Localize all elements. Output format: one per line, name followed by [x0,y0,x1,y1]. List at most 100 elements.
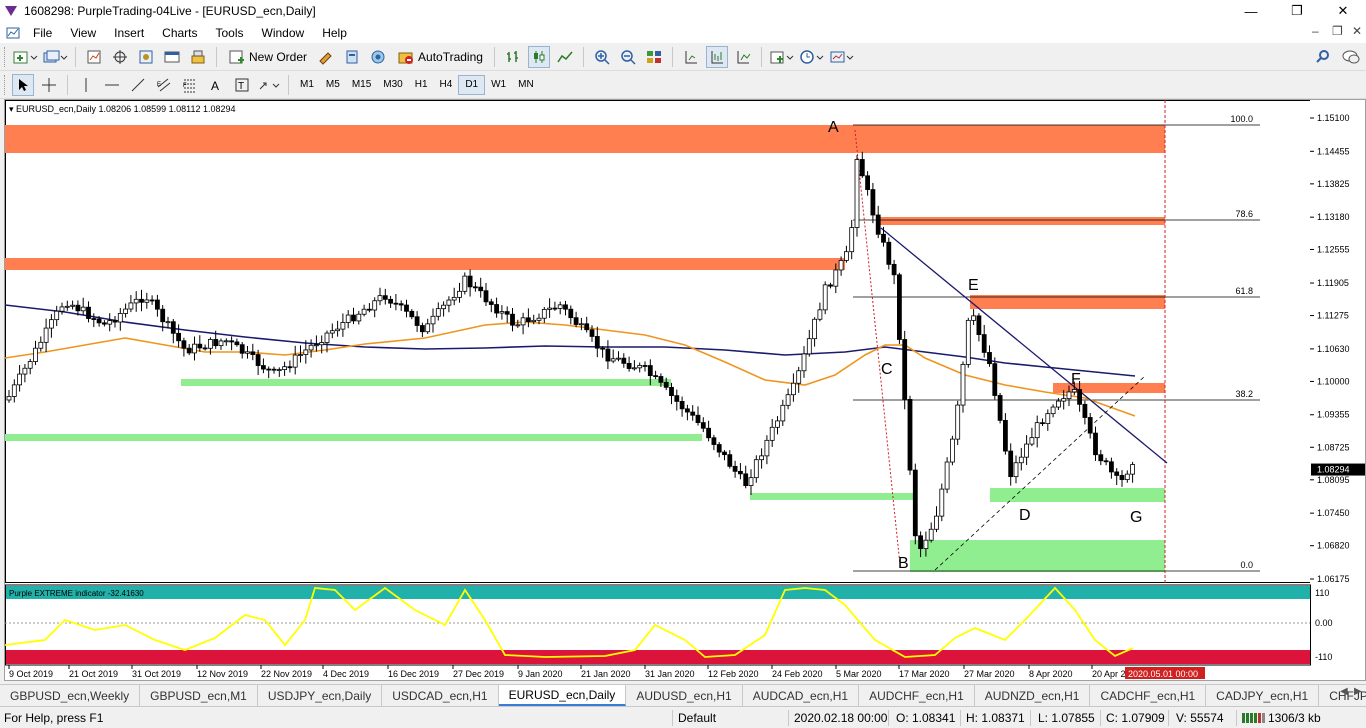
templates-button[interactable] [829,46,855,68]
new-chart-button[interactable] [12,46,38,68]
timeframe-m1[interactable]: M1 [294,75,320,95]
chart-window[interactable]: ▾ EURUSD_ecn,Daily 1.08206 1.08599 1.081… [4,99,1366,681]
candle-body [250,351,256,355]
price-tick-label: 1.09355 [1317,410,1350,420]
vertical-line-button[interactable] [75,74,97,96]
candle-body [425,323,431,333]
timeframe-h1[interactable]: H1 [409,75,434,95]
zoom-in-button[interactable] [591,46,613,68]
candle-body [769,426,775,441]
tab-gbpusd-weekly[interactable]: GBPUSD_ecn,Weekly [0,685,141,706]
fibonacci-button[interactable]: F [179,74,201,96]
maximize-button[interactable]: ❐ [1274,0,1320,22]
candle-body [987,352,992,365]
search-icon [1316,49,1329,63]
arrows-button[interactable] [257,74,281,96]
demand-zone [5,434,702,441]
horizontal-line-button[interactable] [101,74,123,96]
tab-cadjpy-h1[interactable]: CADJPY_ecn,H1 [1206,685,1320,706]
svg-text:A: A [211,79,219,93]
menu-insert[interactable]: Insert [105,26,153,40]
candle-body [785,394,791,406]
timeframe-w1[interactable]: W1 [485,75,512,95]
chart-window-icon[interactable] [6,26,20,40]
tab-gbpusd-m1[interactable]: GBPUSD_ecn,M1 [140,685,258,706]
candlestick-icon [533,50,545,63]
autotrading-button[interactable]: AutoTrading [393,46,487,68]
menu-tools[interactable]: Tools [207,26,253,40]
menu-view[interactable]: View [61,26,105,40]
profiles-button[interactable] [42,46,68,68]
new-order-label: New Order [249,49,308,64]
menu-window[interactable]: Window [253,26,314,40]
price-chart[interactable]: ▾ EURUSD_ecn,Daily 1.08206 1.08599 1.081… [5,100,1365,680]
timeframe-m30[interactable]: M30 [377,75,408,95]
market-watch-button[interactable] [83,46,105,68]
strategy-tester-button[interactable] [187,46,209,68]
mdi-minimize-button[interactable]: – [1312,24,1319,38]
zoom-out-button[interactable] [617,46,639,68]
tab-audnzd-h1[interactable]: AUDNZD_ecn,H1 [975,685,1091,706]
timeframe-m15[interactable]: M15 [346,75,377,95]
menu-charts[interactable]: Charts [153,26,206,40]
line-chart-button[interactable] [554,46,576,68]
tile-windows-button[interactable] [643,46,665,68]
chart-shift-button[interactable] [680,46,702,68]
tab-usdcad-h1[interactable]: USDCAD_ecn,H1 [382,685,499,706]
terminal-button[interactable] [161,46,183,68]
chat-button[interactable] [1340,46,1362,68]
tab-scroll-left[interactable]: ◀ [1340,686,1348,697]
periods-button[interactable] [799,46,825,68]
fibonacci-icon: F [183,79,196,92]
text-tool-button[interactable]: A [205,74,227,96]
trendline-button[interactable] [127,74,149,96]
candle-body [960,363,966,406]
new-order-button[interactable]: New Order [224,46,311,68]
text-label-icon: T [235,78,249,92]
candle-body [859,159,865,177]
tab-audcad-h1[interactable]: AUDCAD_ecn,H1 [743,685,860,706]
candle-body [377,295,383,302]
mdi-restore-button[interactable]: ❐ [1332,24,1343,38]
price-tick-label: 1.13825 [1317,179,1350,189]
mdi-close-button[interactable]: ✕ [1352,24,1362,38]
navigator-button[interactable] [109,46,131,68]
candle-body [663,381,669,388]
close-button[interactable]: ✕ [1320,0,1366,22]
auto-scroll-button[interactable] [705,45,728,68]
period-separators-button[interactable] [732,46,754,68]
zoom-in-icon [595,49,610,65]
text-label-button[interactable]: T [231,74,253,96]
minimize-button[interactable]: — [1228,0,1274,22]
tab-audchf-h1[interactable]: AUDCHF_ecn,H1 [859,685,975,706]
tab-audusd-h1[interactable]: AUDUSD_ecn,H1 [626,685,743,706]
market-button[interactable] [367,46,389,68]
timeframe-mn[interactable]: MN [512,75,540,95]
tab-eurusd-daily[interactable]: EURUSD_ecn,Daily [498,685,627,706]
equidistant-channel-button[interactable]: E [153,74,175,96]
search-button[interactable] [1312,46,1334,68]
metaeditor-button[interactable] [315,46,337,68]
menu-file[interactable]: File [24,26,61,40]
bar-chart-button[interactable] [502,46,524,68]
menu-help[interactable]: Help [313,26,356,40]
timeframe-m5[interactable]: M5 [320,75,346,95]
status-traffic: 1306/3 kb [1268,711,1321,725]
crosshair-tool-button[interactable] [38,74,60,96]
timeframe-h4[interactable]: H4 [434,75,459,95]
candle-body [282,366,288,371]
candlestick-chart-button[interactable] [527,45,550,68]
candle-body [780,404,786,422]
timeframe-d1[interactable]: D1 [458,74,486,95]
indicators-button[interactable] [769,46,795,68]
candle-body [213,339,219,347]
cursor-tool-button[interactable] [12,73,34,96]
tab-scroll-right[interactable]: ▶ [1354,686,1362,697]
candle-body [775,420,780,428]
status-separator [1236,710,1237,726]
tab-usdjpy-daily[interactable]: USDJPY_ecn,Daily [258,685,383,706]
tab-cadchf-h1[interactable]: CADCHF_ecn,H1 [1090,685,1207,706]
fibonacci-level-label: 38.2 [1235,389,1253,399]
data-window-button[interactable] [135,46,157,68]
signals-button[interactable] [341,46,363,68]
